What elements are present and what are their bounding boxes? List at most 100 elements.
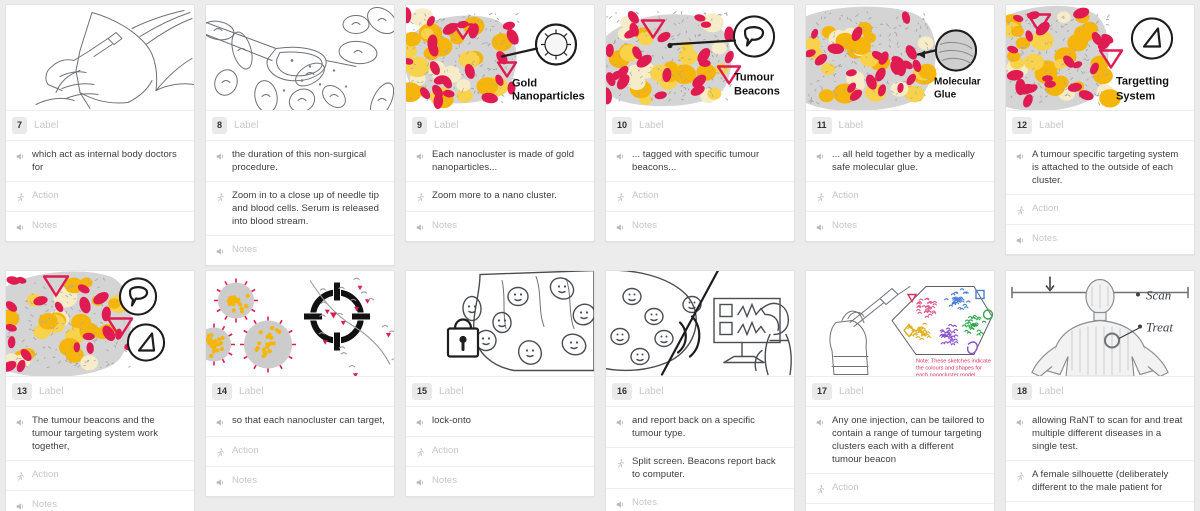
dialogue-text[interactable]: lock-onto — [432, 414, 586, 427]
notes-text[interactable]: Notes — [32, 219, 186, 232]
storyboard-card[interactable]: 7 Label which act as internal body docto… — [5, 4, 195, 242]
dialogue-text[interactable]: Each nanocluster is made of gold nanopar… — [432, 148, 586, 174]
notes-row[interactable]: Notes — [206, 235, 394, 265]
notes-row[interactable]: Notes — [206, 466, 394, 496]
notes-row[interactable]: Notes — [606, 488, 794, 511]
notes-row[interactable]: Notes — [6, 490, 194, 511]
label-field[interactable]: Label — [234, 120, 258, 131]
action-row[interactable]: Action — [206, 436, 394, 466]
action-row[interactable]: Action — [806, 181, 994, 211]
storyboard-card[interactable]: 15 Label lock-onto Action Notes — [405, 270, 595, 497]
action-text[interactable]: Action — [1032, 202, 1186, 215]
action-row[interactable]: Zoom in to a close up of needle tip and … — [206, 181, 394, 235]
notes-text[interactable]: Notes — [232, 474, 386, 487]
frame-thumbnail[interactable] — [6, 5, 194, 111]
label-field[interactable]: Label — [639, 120, 663, 131]
notes-row[interactable]: Notes — [1006, 224, 1194, 254]
dialogue-row[interactable]: Any one injection, can be tailored to co… — [806, 406, 994, 473]
action-row[interactable]: Action — [806, 473, 994, 503]
dialogue-row[interactable]: lock-onto — [406, 406, 594, 436]
frame-thumbnail[interactable] — [206, 271, 394, 377]
action-text[interactable]: Action — [432, 444, 586, 457]
label-field[interactable]: Label — [1039, 386, 1063, 397]
notes-row[interactable]: Notes — [6, 211, 194, 241]
frame-thumbnail[interactable] — [406, 271, 594, 377]
action-text[interactable]: Action — [632, 189, 786, 202]
notes-text[interactable]: Notes — [32, 498, 186, 511]
label-field[interactable]: Label — [1039, 120, 1063, 131]
label-field[interactable]: Label — [434, 120, 458, 131]
dialogue-row[interactable]: and report back on a specific tumour typ… — [606, 406, 794, 447]
action-row[interactable]: A female silhouette (deliberately differ… — [1006, 460, 1194, 501]
action-text[interactable]: Zoom in to a close up of needle tip and … — [232, 189, 386, 228]
storyboard-card[interactable]: Scan Treat 18 Label allowing RaNT to sca… — [1005, 270, 1195, 511]
storyboard-card[interactable]: 14 Label so that each nanocluster can ta… — [205, 270, 395, 497]
frame-thumbnail[interactable] — [6, 271, 194, 377]
dialogue-row[interactable]: which act as internal body doctors for — [6, 140, 194, 181]
dialogue-text[interactable]: the duration of this non-surgical proced… — [232, 148, 386, 174]
dialogue-row[interactable]: The tumour beacons and the tumour target… — [6, 406, 194, 460]
dialogue-text[interactable]: ... tagged with specific tumour beacons.… — [632, 148, 786, 174]
dialogue-row[interactable]: A tumour specific targeting system is at… — [1006, 140, 1194, 194]
storyboard-card[interactable]: 13 Label The tumour beacons and the tumo… — [5, 270, 195, 511]
frame-thumbnail[interactable]: Tumour Beacons — [606, 5, 794, 111]
label-field[interactable]: Label — [439, 386, 463, 397]
notes-row[interactable]: Notes — [806, 503, 994, 511]
notes-row[interactable]: Notes — [1006, 501, 1194, 511]
dialogue-text[interactable]: allowing RaNT to scan for and treat mult… — [1032, 414, 1186, 453]
action-text[interactable]: Action — [32, 189, 186, 202]
frame-thumbnail[interactable]: Molecular Glue — [806, 5, 994, 111]
storyboard-card[interactable]: Gold Nanoparticles 9 Label Each nanoclus… — [405, 4, 595, 242]
label-field[interactable]: Label — [34, 120, 58, 131]
storyboard-card[interactable]: 16 Label and report back on a specific t… — [605, 270, 795, 511]
frame-thumbnail[interactable] — [206, 5, 394, 111]
storyboard-card[interactable]: Targetting System 12 Label A tumour spec… — [1005, 4, 1195, 255]
action-row[interactable]: Action — [6, 460, 194, 490]
action-text[interactable]: Action — [832, 189, 986, 202]
dialogue-row[interactable]: ... tagged with specific tumour beacons.… — [606, 140, 794, 181]
notes-text[interactable]: Notes — [632, 219, 786, 232]
storyboard-card[interactable]: Note: These sketches indicate the colour… — [805, 270, 995, 511]
dialogue-row[interactable]: the duration of this non-surgical proced… — [206, 140, 394, 181]
action-text[interactable]: Zoom more to a nano cluster. — [432, 189, 586, 202]
label-field[interactable]: Label — [639, 386, 663, 397]
dialogue-text[interactable]: and report back on a specific tumour typ… — [632, 414, 786, 440]
dialogue-text[interactable]: which act as internal body doctors for — [32, 148, 186, 174]
frame-thumbnail[interactable]: Gold Nanoparticles — [406, 5, 594, 111]
action-row[interactable]: Action — [1006, 194, 1194, 224]
frame-thumbnail[interactable]: Scan Treat — [1006, 271, 1194, 377]
notes-text[interactable]: Notes — [1032, 232, 1186, 245]
action-text[interactable]: Action — [32, 468, 186, 481]
frame-thumbnail[interactable] — [606, 271, 794, 377]
notes-text[interactable]: Notes — [232, 243, 386, 256]
storyboard-card[interactable]: Molecular Glue 11 Label ... all held tog… — [805, 4, 995, 242]
label-field[interactable]: Label — [839, 120, 863, 131]
frame-thumbnail[interactable]: Note: These sketches indicate the colour… — [806, 271, 994, 377]
action-row[interactable]: Action — [606, 181, 794, 211]
dialogue-text[interactable]: A tumour specific targeting system is at… — [1032, 148, 1186, 187]
dialogue-row[interactable]: ... all held together by a medically saf… — [806, 140, 994, 181]
action-row[interactable]: Split screen. Beacons report back to com… — [606, 447, 794, 488]
action-row[interactable]: Action — [406, 436, 594, 466]
action-row[interactable]: Action — [6, 181, 194, 211]
notes-text[interactable]: Notes — [432, 219, 586, 232]
action-row[interactable]: Zoom more to a nano cluster. — [406, 181, 594, 211]
frame-thumbnail[interactable]: Targetting System — [1006, 5, 1194, 111]
label-field[interactable]: Label — [39, 386, 63, 397]
storyboard-card[interactable]: Tumour Beacons 10 Label ... tagged with … — [605, 4, 795, 242]
label-field[interactable]: Label — [239, 386, 263, 397]
action-text[interactable]: A female silhouette (deliberately differ… — [1032, 468, 1186, 494]
notes-text[interactable]: Notes — [432, 474, 586, 487]
dialogue-row[interactable]: allowing RaNT to scan for and treat mult… — [1006, 406, 1194, 460]
notes-row[interactable]: Notes — [806, 211, 994, 241]
dialogue-text[interactable]: so that each nanocluster can target, — [232, 414, 386, 427]
action-text[interactable]: Split screen. Beacons report back to com… — [632, 455, 786, 481]
notes-text[interactable]: Notes — [632, 496, 786, 509]
dialogue-text[interactable]: Any one injection, can be tailored to co… — [832, 414, 986, 466]
storyboard-card[interactable]: 8 Label the duration of this non-surgica… — [205, 4, 395, 266]
label-field[interactable]: Label — [839, 386, 863, 397]
dialogue-row[interactable]: so that each nanocluster can target, — [206, 406, 394, 436]
notes-row[interactable]: Notes — [406, 211, 594, 241]
dialogue-text[interactable]: ... all held together by a medically saf… — [832, 148, 986, 174]
dialogue-text[interactable]: The tumour beacons and the tumour target… — [32, 414, 186, 453]
